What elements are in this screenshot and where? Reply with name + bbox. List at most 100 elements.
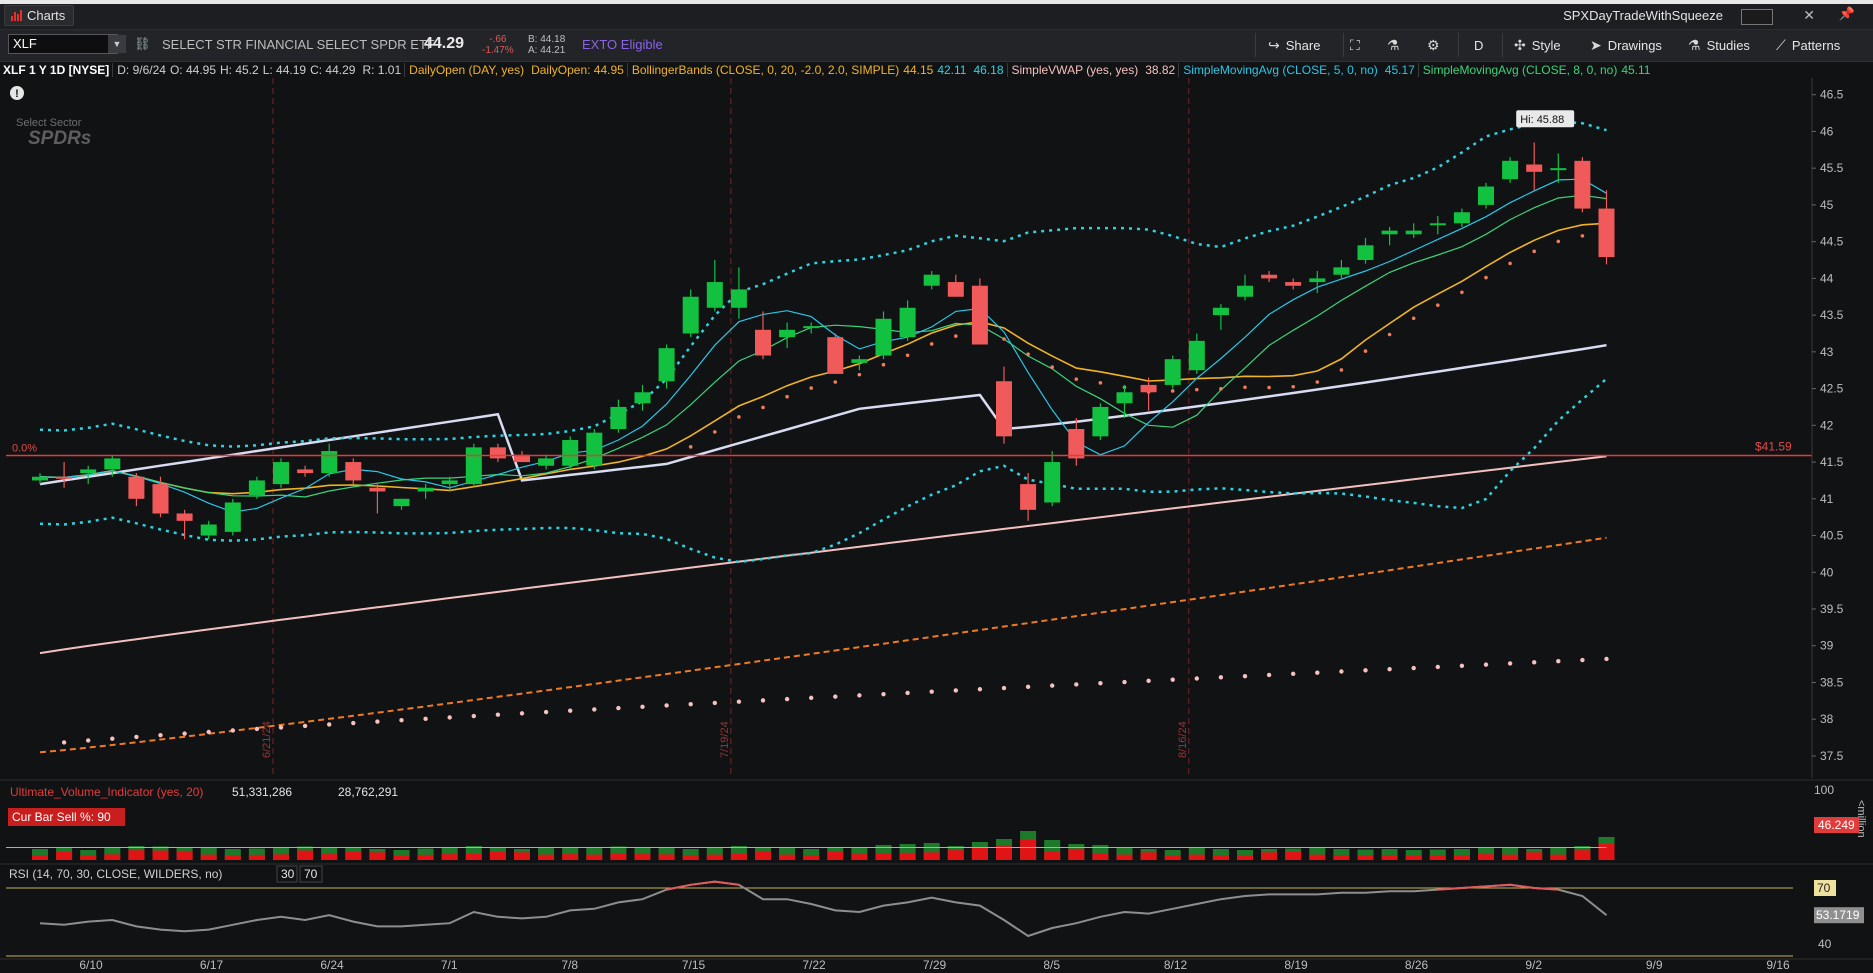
candle-body	[1116, 392, 1133, 404]
aggregation-label: D	[1474, 37, 1484, 53]
share-button[interactable]: ↪ Share	[1268, 33, 1320, 57]
price-tick-label: 40	[1820, 565, 1834, 579]
net-change: -.66 -1.47%	[482, 34, 514, 56]
volume-sell-bar	[1261, 852, 1278, 860]
volume-sell-bar	[128, 850, 145, 860]
vwap-dot	[543, 709, 549, 715]
vwap-dot	[327, 722, 332, 727]
candle-body	[56, 476, 73, 479]
candle-body	[1285, 282, 1302, 286]
candle-body	[80, 469, 97, 474]
candle-body	[489, 447, 506, 459]
dailyopen-study[interactable]: DailyOpen (DAY, yes)	[409, 63, 524, 77]
bb-upper: 46.18	[970, 63, 1008, 77]
minimize-icon[interactable]: ✕	[1803, 7, 1815, 24]
logo-line-2: SPDRs	[28, 128, 91, 149]
candle-body	[1188, 340, 1205, 371]
study-dot	[833, 380, 838, 384]
sma5-study[interactable]: SimpleMovingAvg (CLOSE, 5, 0, no)	[1183, 63, 1378, 77]
date-tick-label: 8/5	[1043, 958, 1060, 972]
volume-sell-bar	[104, 854, 121, 860]
price-tick-label: 44	[1820, 271, 1834, 285]
vwap-dot	[61, 740, 67, 745]
volume-sell-bar	[1092, 853, 1109, 860]
volume-sell-bar	[393, 855, 410, 860]
candles	[32, 142, 1615, 540]
volume-sell-bar	[1429, 855, 1446, 860]
date-tick-label: 9/16	[1766, 958, 1790, 972]
aggregation-button[interactable]: D	[1474, 33, 1483, 57]
candle-body	[465, 447, 482, 485]
study-dot	[1026, 352, 1030, 357]
vwap-dot	[134, 734, 139, 740]
flask-icon: ⚗	[1688, 36, 1701, 53]
bb-study[interactable]: BollingerBands (CLOSE, 0, 20, -2.0, 2.0,…	[632, 63, 899, 77]
bar-close: C: 44.29	[310, 63, 356, 77]
link-icon[interactable]: ⛓	[134, 36, 151, 52]
vwap-dot	[447, 715, 452, 720]
bid-ask: B: 44.18 A: 44.21	[528, 34, 565, 56]
patterns-button[interactable]: ⟋ Patterns	[1776, 33, 1840, 57]
volume-sell-bar	[1188, 854, 1205, 860]
candle-body	[1502, 160, 1519, 180]
study-dot	[761, 405, 765, 410]
pattern-icon: ⟋	[1776, 36, 1786, 53]
volume-sell-bar	[489, 851, 506, 860]
cur-bar-sell-label: Cur Bar Sell %: 90	[12, 810, 111, 824]
price-tick-label: 43.5	[1820, 308, 1844, 322]
volume-pane: Ultimate_Volume_Indicator (yes, 20) 51,33…	[0, 779, 1873, 860]
symbol-input[interactable]	[8, 34, 118, 54]
workspace-name[interactable]: SPXDayTradeWithSqueeze	[1563, 6, 1723, 26]
sma-long-line	[39, 455, 1607, 655]
period-marker-label: 7/19/24	[719, 721, 731, 758]
chart-bars-icon	[11, 10, 22, 21]
gear-icon: ⚙	[1427, 36, 1440, 53]
candle-body	[682, 296, 699, 334]
volume-sell-bar	[923, 852, 940, 860]
volume-sell-bar	[538, 854, 555, 860]
candle-body	[1237, 285, 1253, 297]
rsi-study-label: RSI (14, 70, 30, CLOSE, WILDERS, no)	[9, 867, 222, 881]
vwap-study[interactable]: SimpleVWAP (yes, yes)	[1012, 63, 1139, 77]
candle-body	[1381, 230, 1398, 235]
candle-body	[658, 348, 675, 382]
exto-eligible[interactable]: EXTO Eligible	[582, 37, 663, 52]
vwap-dot	[1411, 665, 1416, 671]
rsi-30-label: 30	[281, 867, 295, 881]
workspace-color-box[interactable]	[1741, 9, 1773, 25]
price-axis: 46.5 46 45.5 45 44.5 44 43.5 43 42.5 42 41.5 41 40.5…	[1811, 78, 1873, 778]
style-button[interactable]: ✣ Style	[1514, 33, 1561, 57]
date-tick-label: 9/9	[1646, 958, 1663, 972]
date-tick-label: 8/19	[1284, 958, 1308, 972]
sma8-study[interactable]: SimpleMovingAvg (CLOSE, 8, 0, no)	[1423, 63, 1618, 77]
volume-sell-bar	[200, 854, 217, 860]
volume-sell-bar	[1020, 839, 1037, 860]
vwap-dot	[1315, 670, 1320, 675]
candle-body	[1429, 223, 1446, 226]
candle-body	[1574, 160, 1591, 209]
drawings-button[interactable]: ➤ Drawings	[1590, 33, 1662, 57]
symbol-dropdown-icon[interactable]: ▼	[108, 35, 126, 53]
studies-button[interactable]: ⚗ Studies	[1688, 33, 1750, 57]
snapshot-button[interactable]: ⛶	[1350, 33, 1360, 57]
candle-body	[1333, 267, 1350, 275]
volume-study-label: Ultimate_Volume_Indicator (yes, 20)	[10, 785, 203, 799]
lab-button[interactable]: ⚗	[1387, 33, 1400, 57]
chart-canvas[interactable]: 6/21/24 7/19/24 8/16/24 Select Sector SPDR…	[0, 78, 1873, 973]
vwap-dot	[736, 699, 742, 704]
study-dot	[1074, 377, 1079, 381]
volume-sell-bar	[176, 850, 193, 860]
patterns-label: Patterns	[1791, 37, 1841, 53]
vwap-dot	[1194, 676, 1200, 681]
settings-button[interactable]: ⚙	[1427, 33, 1440, 57]
alert-icon[interactable]: !	[10, 86, 24, 100]
pin-icon[interactable]: 📌	[1839, 6, 1855, 22]
dailyopen-value: DailyOpen: 44.95	[528, 63, 628, 77]
share-label: Share	[1285, 37, 1321, 53]
charts-tab[interactable]: Charts	[4, 5, 75, 26]
volume-sell-bar	[32, 855, 48, 860]
volume-sell-bar	[682, 855, 699, 860]
study-dot	[1363, 349, 1368, 353]
candle-body	[947, 282, 964, 297]
vwap-dot	[206, 729, 211, 735]
